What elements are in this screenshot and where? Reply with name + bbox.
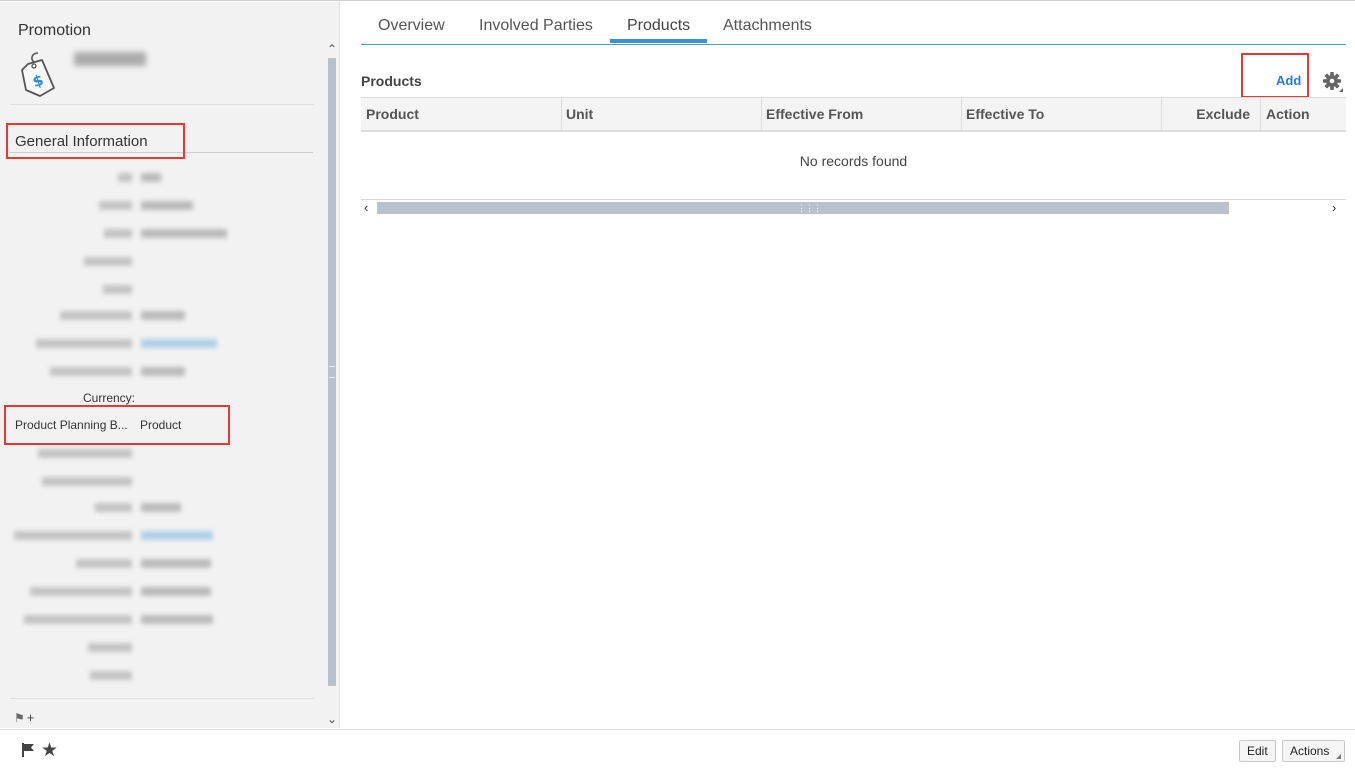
field-value-redacted: [141, 367, 185, 376]
tab-overview[interactable]: Overview: [378, 17, 445, 35]
divider: [10, 698, 314, 699]
tab-attachments[interactable]: Attachments: [723, 17, 812, 35]
field-label-redacted: [84, 257, 132, 266]
column-header-product[interactable]: Product: [361, 98, 562, 131]
field-label-redacted: [88, 643, 132, 652]
tab-involved-parties[interactable]: Involved Parties: [479, 17, 593, 35]
highlight-box-add: [1241, 53, 1309, 98]
field-label-redacted: [42, 477, 132, 486]
chevron-left-icon[interactable]: ‹: [364, 200, 368, 215]
field-label-redacted: [103, 285, 132, 294]
scrollbar-grip[interactable]: [329, 366, 335, 378]
field-label-redacted: [104, 229, 132, 238]
column-header-exclude[interactable]: Exclude: [1161, 98, 1261, 131]
object-sidebar: Promotion $ General Information Currency…: [0, 2, 340, 728]
flag-icon[interactable]: [20, 742, 36, 758]
edit-button[interactable]: Edit: [1239, 740, 1276, 762]
field-link-redacted[interactable]: [141, 339, 217, 348]
highlight-box-general-information: [6, 123, 185, 159]
field-value-redacted: [141, 587, 211, 596]
actions-button[interactable]: Actions: [1282, 740, 1346, 762]
field-label-redacted: [118, 173, 132, 182]
field-value-redacted: [141, 311, 185, 320]
tab-products[interactable]: Products: [627, 17, 690, 35]
field-value-redacted: [141, 615, 213, 624]
chevron-up-icon[interactable]: ⌃: [327, 42, 337, 56]
tab-bar: Overview Involved Parties Products Attac…: [361, 1, 1346, 45]
field-value-redacted: [141, 173, 161, 182]
object-type-title: Promotion: [18, 22, 91, 39]
field-value-redacted: [141, 559, 211, 568]
tag-add-icon[interactable]: ⚑ +: [14, 710, 34, 725]
table-divider: [361, 199, 1346, 200]
field-label-redacted: [95, 503, 132, 512]
empty-table-message: No records found: [799, 153, 908, 169]
field-value-redacted: [141, 503, 181, 512]
field-value-redacted: [141, 201, 193, 210]
field-label-redacted: [50, 367, 132, 376]
menu-indicator-icon: [1336, 754, 1342, 759]
field-label-redacted: [38, 449, 132, 458]
field-label-redacted: [30, 587, 132, 596]
products-section-title: Products: [361, 73, 422, 89]
field-label-currency: Currency:: [83, 391, 136, 405]
active-tab-indicator: [610, 39, 707, 43]
field-label-redacted: [14, 531, 132, 540]
footer-bar: ★ Edit Actions: [0, 729, 1355, 771]
chevron-right-icon[interactable]: ›: [1332, 200, 1336, 215]
actions-button-label: Actions: [1290, 744, 1330, 758]
field-value-redacted: [141, 229, 227, 238]
field-label-redacted: [90, 671, 132, 680]
column-header-effective-to[interactable]: Effective To: [961, 98, 1162, 131]
app-window: Promotion $ General Information Currency…: [0, 0, 1355, 771]
products-table-header: Product Unit Effective From Effective To…: [361, 97, 1346, 132]
field-label-redacted: [76, 559, 132, 568]
price-tag-icon: $: [21, 52, 55, 97]
field-label-redacted: [99, 201, 132, 210]
column-header-unit[interactable]: Unit: [561, 98, 762, 131]
object-id-redacted: [74, 52, 146, 66]
field-link-redacted[interactable]: [141, 531, 213, 540]
chevron-down-icon[interactable]: ⌄: [327, 712, 337, 726]
column-header-effective-from[interactable]: Effective From: [761, 98, 962, 131]
divider: [10, 104, 314, 105]
settings-gear-icon[interactable]: [1322, 71, 1344, 93]
field-label-redacted: [24, 615, 132, 624]
column-header-action[interactable]: Action: [1261, 98, 1346, 131]
star-icon[interactable]: ★: [41, 739, 58, 762]
field-label-redacted: [60, 311, 132, 320]
field-label-redacted: [36, 339, 132, 348]
scrollbar-grip[interactable]: ⋮⋮⋮: [797, 203, 822, 214]
highlight-box-product-planning: [4, 405, 230, 445]
